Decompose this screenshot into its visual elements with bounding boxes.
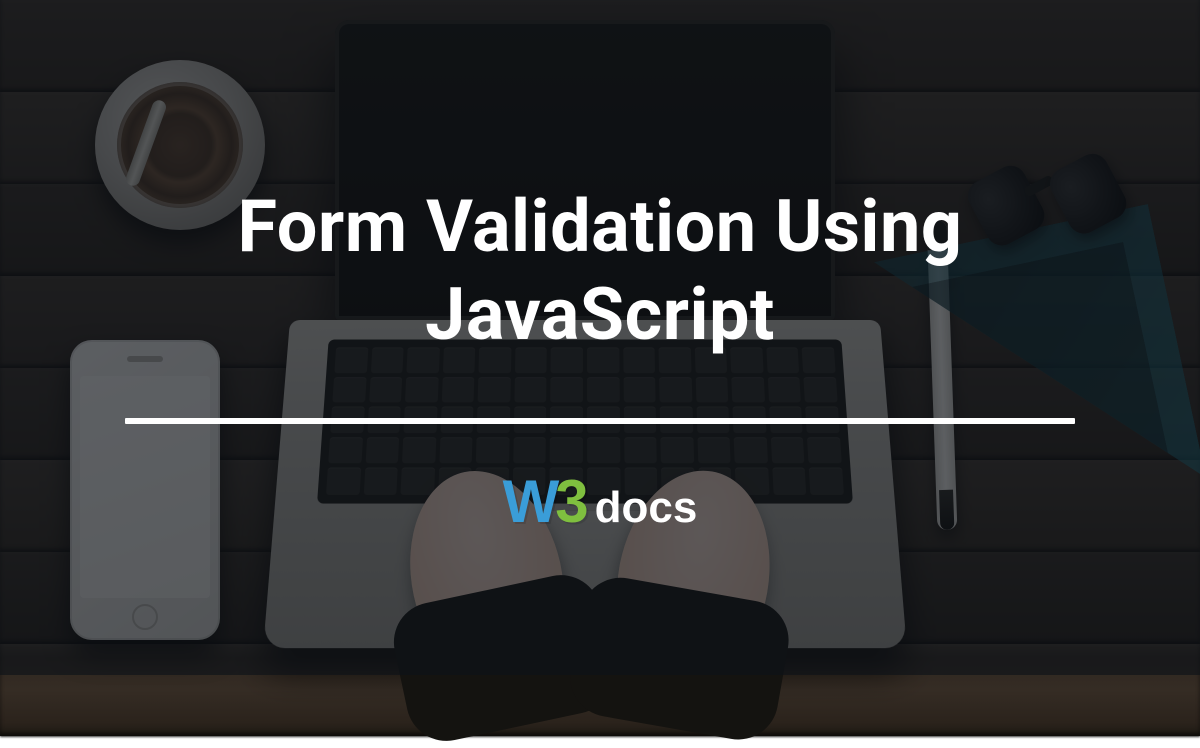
logo-number-three: 3 (555, 472, 588, 532)
logo-word-docs: docs (595, 486, 698, 530)
logo-letter-w: W (503, 472, 558, 532)
hero-title: Form Validation Using JavaScript (60, 183, 1140, 359)
w3docs-logo: W 3 docs (503, 472, 698, 532)
hero-content: Form Validation Using JavaScript W 3 doc… (0, 0, 1200, 675)
divider-line (125, 418, 1075, 424)
